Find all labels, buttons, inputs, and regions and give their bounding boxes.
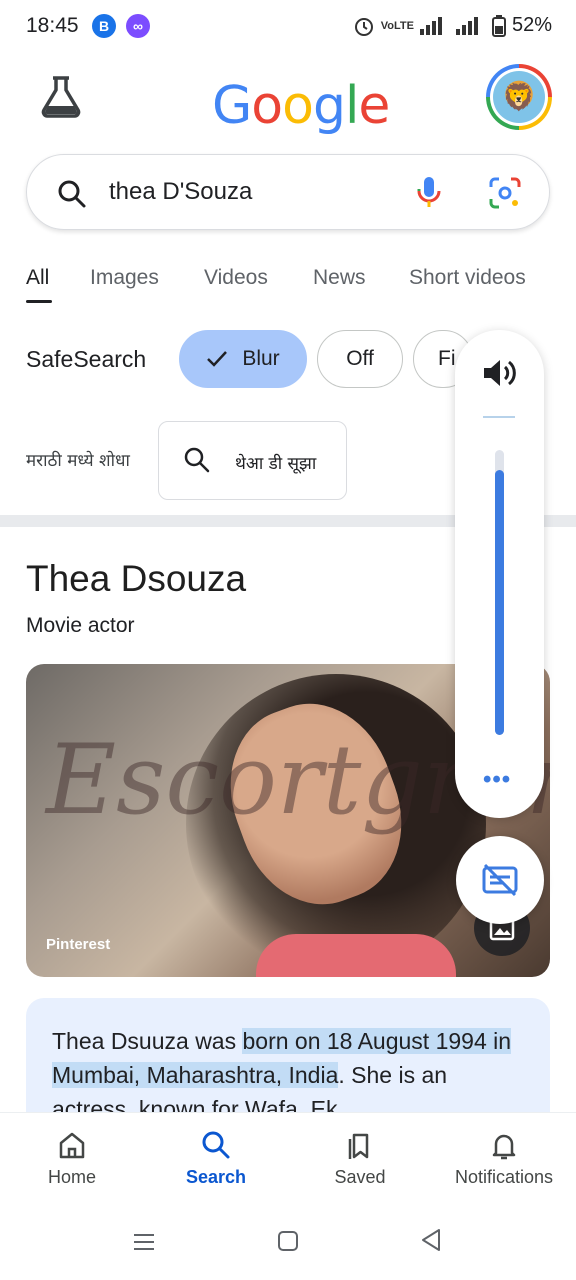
bell-icon [492, 1134, 516, 1160]
volume-slider-fill[interactable] [495, 470, 504, 735]
tab-news[interactable]: News [313, 266, 366, 290]
google-logo: Google [212, 76, 390, 136]
tab-short-videos[interactable]: Short videos [409, 266, 526, 290]
bottom-nav: Home Search Saved Notifications [0, 1112, 576, 1206]
home-icon [59, 1132, 85, 1159]
chip-label: Off [346, 347, 374, 370]
search-icon [202, 1131, 230, 1159]
nav-home[interactable]: Home [0, 1129, 144, 1188]
live-caption-button[interactable] [456, 836, 544, 924]
entity-subtitle: Movie actor [26, 614, 135, 637]
search-box[interactable]: thea D'Souza [26, 154, 550, 230]
search-input[interactable]: thea D'Souza [109, 178, 252, 206]
search-icon [58, 180, 86, 208]
status-bar: 18:45 B ∞ VoLTE 52% [0, 0, 576, 54]
signal-icon [419, 16, 442, 35]
nav-search-label: Search [185, 1167, 247, 1187]
network-label: VoLTE [380, 19, 414, 32]
nav-search[interactable]: Search [144, 1129, 288, 1188]
lion-avatar-icon: 🦁 [493, 71, 545, 123]
bookmarks-icon [348, 1133, 369, 1159]
nav-home-label: Home [47, 1167, 96, 1187]
tab-images[interactable]: Images [90, 266, 159, 290]
battery-icon [491, 14, 506, 37]
check-icon [207, 351, 228, 367]
nav-saved-label: Saved [334, 1167, 386, 1187]
chip-label: Fi [438, 347, 456, 370]
more-options-icon[interactable]: ••• [483, 766, 511, 794]
translated-query: थेआ डी सूझा [235, 454, 317, 474]
translate-label: मराठी मध्ये शोधा [26, 451, 130, 471]
status-icons: VoLTE 52% [353, 14, 552, 37]
entity-title[interactable]: Thea Dsouza [26, 558, 246, 600]
image-source: Pinterest [46, 936, 111, 953]
mic-icon[interactable] [415, 175, 443, 211]
flask-icon[interactable] [38, 74, 84, 118]
nav-saved[interactable]: Saved [288, 1129, 432, 1188]
tab-videos[interactable]: Videos [204, 266, 268, 290]
system-nav-bar [0, 1206, 576, 1280]
search-tabs: All Images Videos News Short videos [0, 262, 576, 312]
volume-icon[interactable] [481, 356, 517, 390]
nav-notifications[interactable]: Notifications [432, 1129, 576, 1188]
tab-all[interactable]: All [26, 266, 49, 290]
search-icon [184, 447, 210, 473]
volume-separator [483, 416, 515, 418]
translated-search-chip[interactable]: थेआ डी सूझा [158, 421, 347, 500]
home-button-icon[interactable] [277, 1230, 299, 1252]
safesearch-label: SafeSearch [26, 346, 147, 372]
active-tab-indicator [26, 300, 52, 303]
safesearch-off-chip[interactable]: Off [317, 330, 403, 388]
volume-panel[interactable]: ••• [455, 330, 544, 818]
status-time: 18:45 [26, 14, 79, 37]
lens-icon[interactable] [487, 175, 523, 211]
safesearch-blur-chip[interactable]: Blur [179, 330, 307, 388]
signal-icon [455, 16, 478, 35]
battery-percent: 52% [511, 14, 552, 36]
entity-description: Thea Dsuuza was born on 18 August 1994 i… [26, 998, 550, 1128]
caption-off-icon [482, 863, 518, 897]
back-icon[interactable] [420, 1228, 442, 1252]
link-badge-icon: ∞ [126, 14, 150, 38]
recents-icon[interactable] [132, 1232, 156, 1252]
avatar[interactable]: 🦁 [486, 64, 552, 130]
alarm-icon [354, 17, 373, 36]
nav-notifications-label: Notifications [454, 1167, 554, 1187]
chip-label: Blur [242, 347, 280, 370]
app-badge-icon: B [92, 14, 116, 38]
